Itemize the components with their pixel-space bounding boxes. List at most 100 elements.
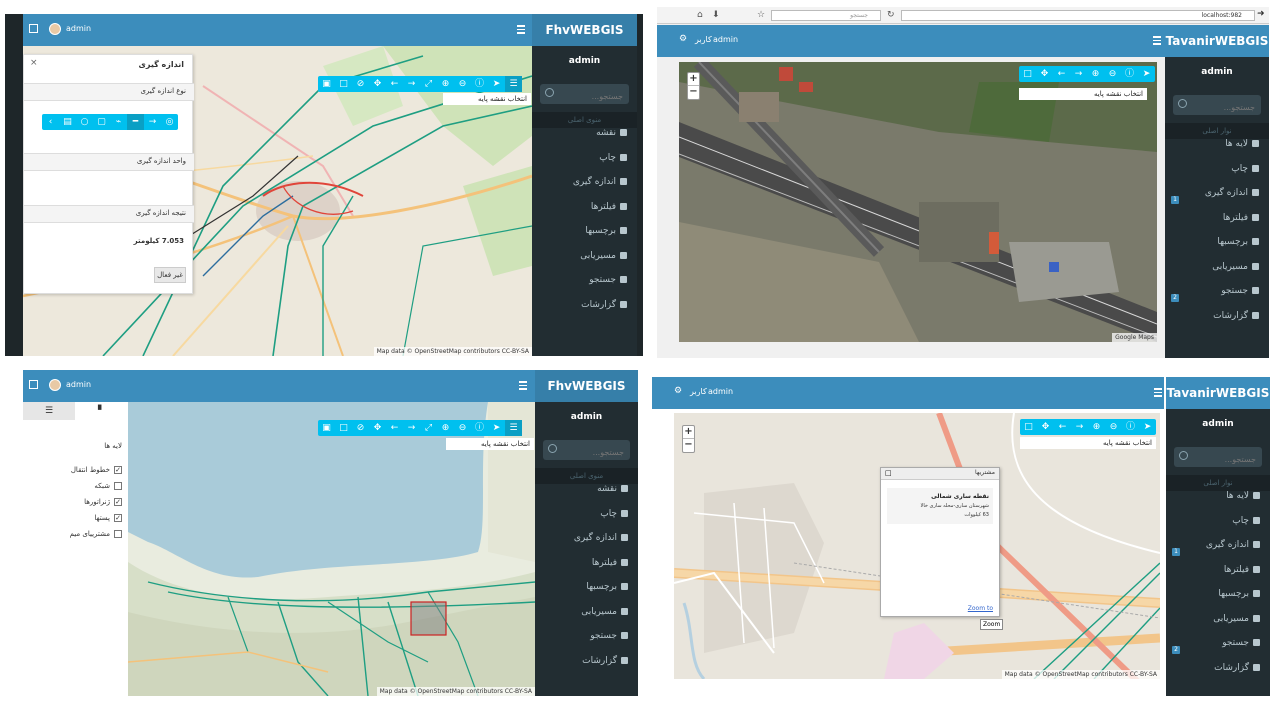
layer-checkbox[interactable]: ✓ <box>114 514 122 522</box>
avatar[interactable] <box>49 23 61 35</box>
info-icon[interactable]: ⓘ <box>1122 419 1139 435</box>
header-username[interactable]: admin <box>713 34 738 46</box>
browser-search-box[interactable]: جستجو <box>771 10 881 21</box>
arrow-right-icon[interactable]: → <box>1070 66 1087 82</box>
document-icon[interactable]: □ <box>1019 66 1036 82</box>
chevron-left-icon[interactable]: ‹ <box>42 114 59 130</box>
map-area[interactable]: + − □ ✥ ← → ⊕ ⊖ ⓘ ➤ انتخاب نقشه پایه Goo… <box>679 62 1157 342</box>
map-area[interactable]: + − □ ✥ ← → ⊕ ⊖ ⓘ ➤ انتخاب نقشه پایه □ م… <box>674 413 1160 679</box>
sidebar-search[interactable] <box>543 440 630 463</box>
sidebar-item[interactable]: اندازه گیری 1 <box>1166 540 1270 565</box>
forward-icon[interactable]: ➜ <box>1257 9 1265 19</box>
layer-item[interactable]: ✓ خطوط انتقال <box>27 462 122 478</box>
tab-list-icon[interactable]: ☰ <box>23 402 75 420</box>
arrow-left-icon[interactable]: ← <box>386 420 403 436</box>
sidebar-item[interactable]: گزارشات <box>1165 311 1269 336</box>
basemap-selector[interactable]: انتخاب نقشه پایه <box>1019 88 1147 100</box>
sidebar-search[interactable] <box>540 84 629 107</box>
measure-close-button[interactable]: × <box>30 58 38 68</box>
sidebar-item[interactable]: فیلترها <box>1165 213 1269 238</box>
info-icon[interactable]: ⓘ <box>471 76 488 92</box>
layer-checkbox[interactable]: ✓ <box>114 498 122 506</box>
sidebar-item[interactable]: چاپ <box>535 509 638 534</box>
document-icon[interactable]: □ <box>1020 419 1037 435</box>
document-icon[interactable]: □ <box>335 76 352 92</box>
avatar[interactable] <box>49 379 61 391</box>
sidebar-item[interactable]: جستجو <box>532 275 637 300</box>
sidebar-item[interactable]: برچسبها <box>1165 237 1269 262</box>
image-icon[interactable]: ▣ <box>318 420 335 436</box>
deactivate-button[interactable]: غیر فعال <box>154 267 186 283</box>
arrow-right-icon[interactable]: → <box>403 420 420 436</box>
arrow-right-icon[interactable]: → <box>144 114 161 130</box>
target-icon[interactable]: ◎ <box>161 114 178 130</box>
line-chart-icon[interactable]: ⌁ <box>110 114 127 130</box>
sidebar-item[interactable]: برچسبها <box>532 226 637 251</box>
layer-item[interactable]: شبکه <box>27 478 122 494</box>
header-username[interactable]: admin <box>66 23 91 35</box>
share-icon[interactable]: ⚙ <box>679 34 687 44</box>
ban-icon[interactable]: ⊘ <box>352 420 369 436</box>
brand-logo[interactable]: TavanirWEBGIS <box>1166 377 1270 409</box>
sidebar-item[interactable]: گزارشات <box>1166 663 1270 688</box>
sidebar-search[interactable] <box>1174 447 1262 470</box>
popup-close-icon[interactable]: □ <box>885 469 892 477</box>
brand-logo[interactable]: FhvWEBGIS <box>532 14 637 46</box>
arrow-left-icon[interactable]: ← <box>1053 66 1070 82</box>
locate-icon[interactable]: ➤ <box>488 420 505 436</box>
sidebar-item[interactable]: اندازه گیری 1 <box>1165 188 1269 213</box>
sidebar-item[interactable]: فیلترها <box>1166 565 1270 590</box>
layers-menu-icon[interactable]: ☰ <box>505 420 522 436</box>
sidebar-item[interactable]: مسیریابی <box>1165 262 1269 287</box>
zoom-out-icon[interactable]: ⊖ <box>454 76 471 92</box>
pan-icon[interactable]: ✥ <box>369 76 386 92</box>
sidebar-item[interactable]: مسیریابی <box>1166 614 1270 639</box>
sidebar-item[interactable]: جستجو 2 <box>1165 286 1269 311</box>
locate-icon[interactable]: ➤ <box>488 76 505 92</box>
pan-icon[interactable]: ✥ <box>1036 66 1053 82</box>
brand-logo[interactable]: FhvWEBGIS <box>535 370 638 402</box>
star-icon[interactable]: ☆ <box>757 10 765 20</box>
circle-icon[interactable]: ○ <box>76 114 93 130</box>
grid-icon[interactable] <box>29 380 38 389</box>
line-measure-icon[interactable]: ━ <box>127 114 144 130</box>
sidebar-item[interactable]: چاپ <box>1166 516 1270 541</box>
basemap-selector[interactable]: انتخاب نقشه پایه <box>443 93 531 105</box>
share-icon[interactable]: ⚙ <box>674 386 682 396</box>
basemap-selector[interactable]: انتخاب نقشه پایه <box>446 438 534 450</box>
sidebar-item[interactable]: جستجو <box>535 631 638 656</box>
sidebar-item[interactable]: اندازه گیری <box>535 533 638 558</box>
locate-icon[interactable]: ➤ <box>1138 66 1155 82</box>
tab-file-icon[interactable]: ▘ <box>75 402 128 420</box>
brand-logo[interactable]: TavanirWEBGIS <box>1165 25 1269 57</box>
layers-menu-icon[interactable]: ☰ <box>505 76 522 92</box>
sidebar-item[interactable]: نقشه <box>532 128 637 153</box>
sidebar-item[interactable]: اندازه گیری <box>532 177 637 202</box>
zoom-out-button[interactable]: − <box>688 86 699 99</box>
document-icon[interactable]: □ <box>335 420 352 436</box>
layer-item[interactable]: مشترییای میم <box>27 526 122 542</box>
arrow-right-icon[interactable]: → <box>403 76 420 92</box>
sidebar-item[interactable]: برچسبها <box>535 582 638 607</box>
layer-checkbox[interactable]: ✓ <box>114 466 122 474</box>
map-area[interactable]: ▣ □ ⊘ ✥ ← → ⤢ ⊕ ⊖ ⓘ ➤ ☰ انتخاب نقشه پایه… <box>128 402 535 696</box>
reload-icon[interactable]: ↻ <box>887 10 895 20</box>
pan-icon[interactable]: ✥ <box>369 420 386 436</box>
layer-item[interactable]: ✓ ژنراتورها <box>27 494 122 510</box>
zoom-in-icon[interactable]: ⊕ <box>437 76 454 92</box>
sidebar-item[interactable]: برچسبها <box>1166 589 1270 614</box>
download-icon[interactable]: ⬇ <box>712 10 720 20</box>
info-icon[interactable]: ⓘ <box>1121 66 1138 82</box>
sidebar-item[interactable]: مسیریابی <box>532 251 637 276</box>
zoom-to-link[interactable]: Zoom to <box>968 605 993 612</box>
sidebar-item[interactable]: نقشه <box>535 484 638 509</box>
arrow-left-icon[interactable]: ← <box>1054 419 1071 435</box>
zoom-in-button[interactable]: + <box>688 73 699 86</box>
zoom-in-icon[interactable]: ⊕ <box>437 420 454 436</box>
sidebar-item[interactable]: چاپ <box>532 153 637 178</box>
menu-toggle-icon[interactable] <box>517 25 525 34</box>
header-username[interactable]: admin <box>66 379 91 391</box>
sidebar-item[interactable]: لایه ها <box>1166 491 1270 516</box>
menu-toggle-icon[interactable] <box>1153 36 1161 45</box>
fullscreen-icon[interactable]: ⤢ <box>420 420 437 436</box>
